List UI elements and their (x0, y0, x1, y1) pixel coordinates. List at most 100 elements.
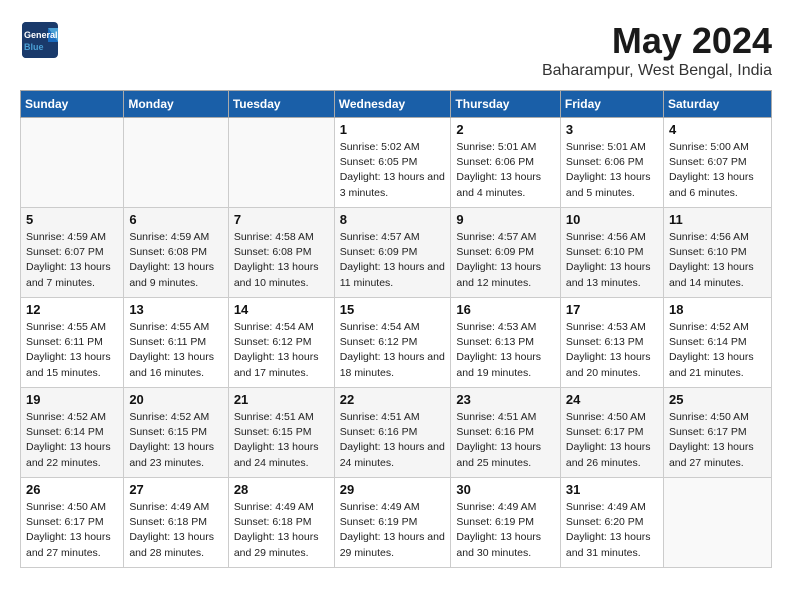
cell-content: Sunset: 6:14 PM (669, 336, 747, 348)
cell-content: Daylight: 13 hours and 12 minutes. (456, 261, 541, 288)
cell-content: Sunrise: 4:54 AM (234, 321, 314, 333)
cell-content: Sunset: 6:13 PM (566, 336, 644, 348)
calendar-cell: 30Sunrise: 4:49 AMSunset: 6:19 PMDayligh… (451, 478, 561, 568)
cell-content: Daylight: 13 hours and 22 minutes. (26, 441, 111, 468)
calendar-cell: 3Sunrise: 5:01 AMSunset: 6:06 PMDaylight… (560, 118, 663, 208)
cell-content: Sunset: 6:14 PM (26, 426, 104, 438)
calendar-cell: 23 Sunrise: 4:51 AM Sunset: 6:16 PM Dayligh… (451, 388, 561, 478)
cell-content: Sunrise: 5:02 AM (340, 141, 420, 153)
calendar-cell: 13Sunrise: 4:55 AMSunset: 6:11 PMDayligh… (124, 298, 228, 388)
cell-content: Daylight: 13 hours and 25 minutes. (456, 441, 541, 468)
cell-content: Sunset: 6:13 PM (456, 336, 534, 348)
cell-content: Sunset: 6:07 PM (26, 246, 104, 258)
day-number: 25 (669, 392, 766, 407)
calendar-cell: 10Sunrise: 4:56 AMSunset: 6:10 PMDayligh… (560, 208, 663, 298)
calendar-cell: 17Sunrise: 4:53 AMSunset: 6:13 PMDayligh… (560, 298, 663, 388)
calendar-cell: 5Sunrise: 4:59 AMSunset: 6:07 PMDaylight… (21, 208, 124, 298)
cell-content: Sunset: 6:16 PM (456, 426, 534, 438)
cell-content: Sunset: 6:08 PM (129, 246, 207, 258)
cell-content: Sunrise: 4:53 AM (456, 321, 536, 333)
cell-content: Sunrise: 4:57 AM (340, 231, 420, 243)
day-number: 19 (26, 392, 118, 407)
cell-content: Daylight: 13 hours and 5 minutes. (566, 171, 651, 198)
cell-content: Daylight: 13 hours and 14 minutes. (669, 261, 754, 288)
calendar-cell: 29Sunrise: 4:49 AMSunset: 6:19 PMDayligh… (334, 478, 451, 568)
cell-content: Sunrise: 4:52 AM (26, 411, 106, 423)
day-number: 16 (456, 302, 555, 317)
cell-content: Daylight: 13 hours and 15 minutes. (26, 351, 111, 378)
day-number: 9 (456, 212, 555, 227)
cell-content: Daylight: 13 hours and 3 minutes. (340, 171, 445, 198)
cell-content: Sunset: 6:06 PM (566, 156, 644, 168)
cell-content: Sunset: 6:09 PM (456, 246, 534, 258)
cell-content: Daylight: 13 hours and 6 minutes. (669, 171, 754, 198)
cell-content: Sunset: 6:05 PM (340, 156, 418, 168)
cell-content: Sunrise: 4:57 AM (456, 231, 536, 243)
cell-content: Sunrise: 4:50 AM (669, 411, 749, 423)
cell-content: Sunrise: 4:54 AM (340, 321, 420, 333)
calendar-cell: 24Sunrise: 4:50 AMSunset: 6:17 PMDayligh… (560, 388, 663, 478)
cell-content: Daylight: 13 hours and 27 minutes. (669, 441, 754, 468)
week-row-4: 26Sunrise: 4:50 AMSunset: 6:17 PMDayligh… (21, 478, 772, 568)
cell-content: Daylight: 13 hours and 21 minutes. (669, 351, 754, 378)
calendar-cell: 28Sunrise: 4:49 AMSunset: 6:18 PMDayligh… (228, 478, 334, 568)
cell-content: Daylight: 13 hours and 23 minutes. (129, 441, 214, 468)
day-number: 8 (340, 212, 446, 227)
calendar-cell: 12Sunrise: 4:55 AMSunset: 6:11 PMDayligh… (21, 298, 124, 388)
cell-content: Sunrise: 4:52 AM (129, 411, 209, 423)
calendar-table: SundayMondayTuesdayWednesdayThursdayFrid… (20, 90, 772, 568)
week-row-3: 19 Sunrise: 4:52 AM Sunset: 6:14 PM Dayligh… (21, 388, 772, 478)
cell-content: Sunrise: 4:56 AM (669, 231, 749, 243)
calendar-cell (124, 118, 228, 208)
calendar-cell: 16 Sunrise: 4:53 AM Sunset: 6:13 PM Dayligh… (451, 298, 561, 388)
cell-content: Sunset: 6:11 PM (26, 336, 103, 348)
calendar-cell: 4Sunrise: 5:00 AMSunset: 6:07 PMDaylight… (663, 118, 771, 208)
cell-content: Sunrise: 5:01 AM (566, 141, 646, 153)
day-number: 20 (129, 392, 222, 407)
cell-content: Sunset: 6:15 PM (234, 426, 312, 438)
cell-content: Sunrise: 4:51 AM (234, 411, 314, 423)
day-number: 24 (566, 392, 658, 407)
calendar-header-row: SundayMondayTuesdayWednesdayThursdayFrid… (21, 91, 772, 118)
cell-content: Sunrise: 4:49 AM (340, 501, 420, 513)
day-number: 5 (26, 212, 118, 227)
day-number: 7 (234, 212, 329, 227)
cell-content: Daylight: 13 hours and 24 minutes. (234, 441, 319, 468)
day-number: 27 (129, 482, 222, 497)
day-number: 15 (340, 302, 446, 317)
cell-content: Daylight: 13 hours and 10 minutes. (234, 261, 319, 288)
cell-content: Sunset: 6:16 PM (340, 426, 418, 438)
cell-content: Sunset: 6:08 PM (234, 246, 312, 258)
svg-text:Blue: Blue (24, 42, 44, 52)
logo: General Blue (20, 20, 66, 60)
calendar-cell: 21 Sunrise: 4:51 AM Sunset: 6:15 PM Dayligh… (228, 388, 334, 478)
day-number: 30 (456, 482, 555, 497)
cell-content: Sunrise: 4:51 AM (456, 411, 536, 423)
svg-text:General: General (24, 30, 58, 40)
day-number: 21 (234, 392, 329, 407)
week-row-2: 12Sunrise: 4:55 AMSunset: 6:11 PMDayligh… (21, 298, 772, 388)
day-header-saturday: Saturday (663, 91, 771, 118)
day-header-thursday: Thursday (451, 91, 561, 118)
cell-content: Sunrise: 4:53 AM (566, 321, 646, 333)
calendar-cell: 9 Sunrise: 4:57 AM Sunset: 6:09 PM Daylight… (451, 208, 561, 298)
calendar-cell: 1Sunrise: 5:02 AMSunset: 6:05 PMDaylight… (334, 118, 451, 208)
cell-content: Sunset: 6:10 PM (669, 246, 747, 258)
calendar-cell: 19 Sunrise: 4:52 AM Sunset: 6:14 PM Dayligh… (21, 388, 124, 478)
week-row-0: 1Sunrise: 5:02 AMSunset: 6:05 PMDaylight… (21, 118, 772, 208)
cell-content: Daylight: 13 hours and 9 minutes. (129, 261, 214, 288)
cell-content: Sunrise: 4:49 AM (234, 501, 314, 513)
cell-content: Daylight: 13 hours and 20 minutes. (566, 351, 651, 378)
cell-content: Sunrise: 4:49 AM (456, 501, 536, 513)
cell-content: Sunset: 6:19 PM (340, 516, 418, 528)
cell-content: Daylight: 13 hours and 13 minutes. (566, 261, 651, 288)
day-number: 6 (129, 212, 222, 227)
cell-content: Daylight: 13 hours and 16 minutes. (129, 351, 214, 378)
cell-content: Sunset: 6:15 PM (129, 426, 207, 438)
day-number: 10 (566, 212, 658, 227)
calendar-body: 1Sunrise: 5:02 AMSunset: 6:05 PMDaylight… (21, 118, 772, 568)
cell-content: Sunset: 6:18 PM (234, 516, 312, 528)
day-number: 18 (669, 302, 766, 317)
cell-content: Daylight: 13 hours and 19 minutes. (456, 351, 541, 378)
day-number: 23 (456, 392, 555, 407)
